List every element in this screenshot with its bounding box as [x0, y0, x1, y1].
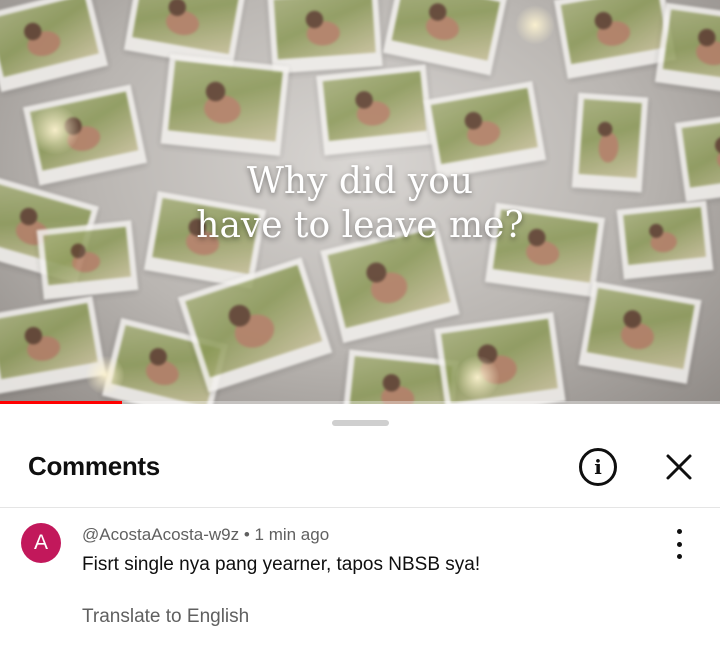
video-overlay-text: Why did you have to leave me? [0, 160, 720, 248]
header-divider [0, 507, 720, 508]
avatar-letter: A [33, 531, 48, 554]
meta-separator: • [243, 525, 250, 544]
avatar[interactable]: A [21, 523, 61, 563]
comment-time: 1 min ago [254, 525, 330, 544]
close-icon[interactable] [662, 450, 696, 484]
comment-meta: @AcostaAcosta-w9z • 1 min ago [82, 525, 329, 545]
more-vert-icon[interactable] [670, 529, 688, 559]
drag-handle[interactable] [332, 420, 389, 426]
comment-author[interactable]: @AcostaAcosta-w9z [82, 525, 239, 544]
overlay-line-1: Why did you [246, 161, 474, 202]
comments-title: Comments [28, 451, 160, 481]
info-icon[interactable]: i [579, 448, 617, 486]
video-player[interactable]: Why did you have to leave me? [0, 0, 720, 404]
comment-text: Fisrt single nya pang yearner, tapos NBS… [82, 554, 481, 575]
translate-link[interactable]: Translate to English [82, 606, 249, 628]
overlay-line-2: have to leave me? [196, 205, 524, 246]
comments-sheet: Comments i A @AcostaAcosta-w9z • 1 min a… [0, 404, 720, 666]
